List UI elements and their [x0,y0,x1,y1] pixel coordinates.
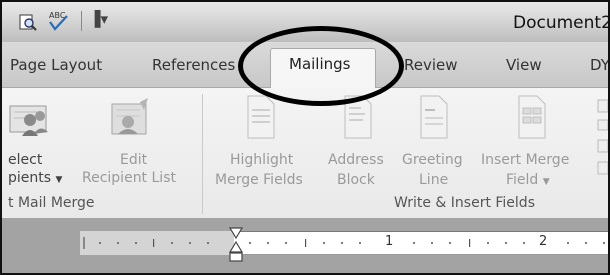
quick-access-separator [81,11,82,31]
greeting-line-icon [420,95,448,139]
edit-recipient-list-icon [111,98,148,135]
select-recipients-icon [9,105,48,136]
select-recipients-line1[interactable]: elect [8,151,42,169]
highlight-merge-fields-line2[interactable]: Merge Fields [215,171,303,189]
tab-mailings-label: Mailings [289,55,351,73]
dropdown-arrow-icon: ▼ [542,177,550,187]
start-mail-merge-group-label: t Mail Merge [8,195,95,211]
address-block-icon [344,95,372,139]
insert-merge-field-line2: Field [506,172,539,188]
select-recipients-button[interactable]: pients ▼ [8,169,62,189]
ruler-number-1: 1 [385,234,394,249]
address-block-line2[interactable]: Block [337,171,375,189]
highlight-merge-fields-icon [247,95,275,139]
greeting-line-line2[interactable]: Line [419,171,448,189]
tab-developer[interactable]: DY [590,56,608,74]
tab-view[interactable]: View [506,56,542,74]
tab-page-layout[interactable]: Page Layout [10,56,102,74]
select-recipients-line2: pients [8,170,52,186]
write-insert-fields-group-label: Write & Insert Fields [394,195,535,211]
tab-references[interactable]: References [152,56,235,74]
customize-quick-access-icon[interactable]: ▐▾ [89,10,108,28]
ruler-number-2: 2 [539,234,548,249]
edit-recipient-list-line2[interactable]: Recipient List [82,169,176,187]
edit-recipient-list-line1[interactable]: Edit [120,151,147,169]
small-commands-icon[interactable] [596,96,610,206]
dropdown-arrow-icon: ▼ [55,175,63,185]
indent-marker-icon[interactable] [228,226,244,264]
tab-mailings[interactable]: Mailings [270,48,376,89]
word-window: ABC ▐▾ Document2 Page Layout References … [0,0,610,275]
highlight-merge-fields-line1[interactable]: Highlight [230,151,293,169]
insert-merge-field-line1[interactable]: Insert Merge [481,151,569,169]
insert-merge-field-button[interactable]: Field ▼ [506,171,550,191]
insert-merge-field-icon [518,95,546,139]
title-bar: ABC ▐▾ Document2 [2,2,610,42]
address-block-line1[interactable]: Address [328,151,384,169]
document-title: Document2 [513,13,610,33]
tab-review[interactable]: Review [404,56,458,74]
greeting-line-line1[interactable]: Greeting [402,151,463,169]
group-separator [202,94,203,214]
ruler-ticks [83,237,605,249]
spelling-icon[interactable]: ABC [46,8,70,32]
print-preview-icon[interactable] [18,12,38,32]
